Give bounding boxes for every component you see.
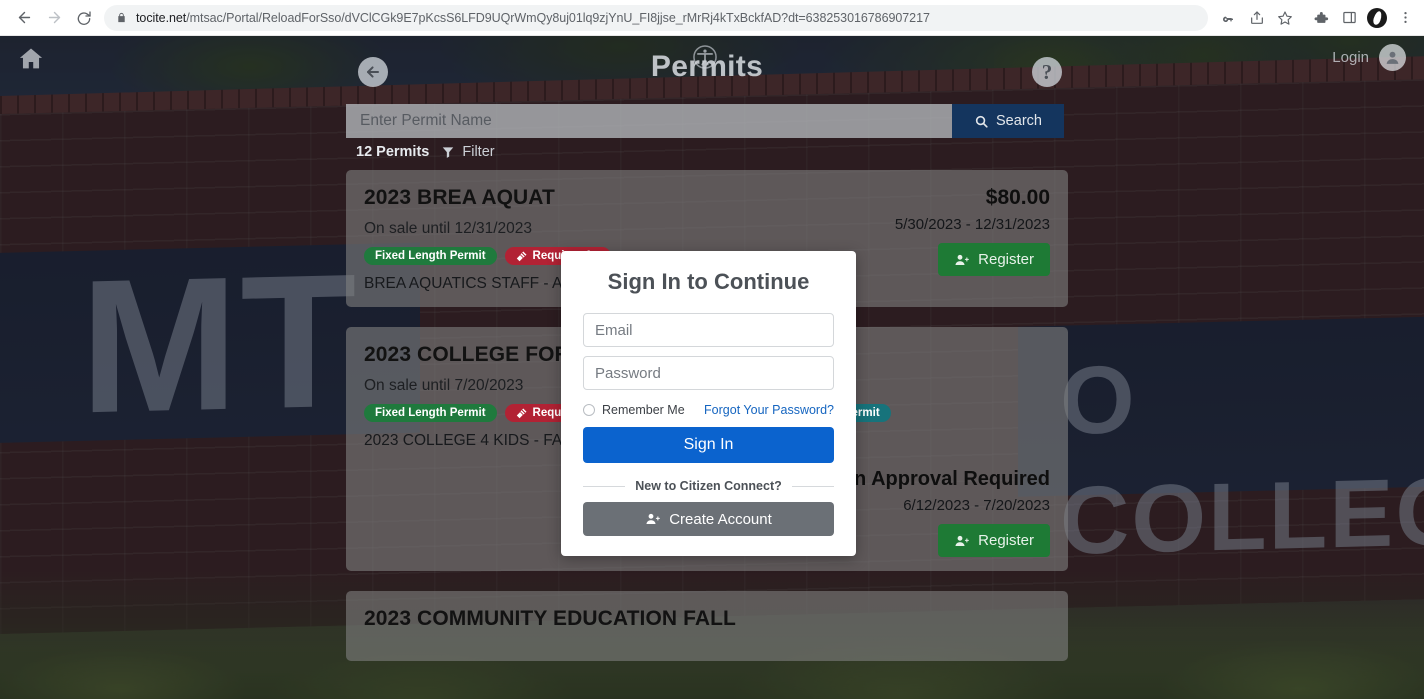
divider-label: New to Citizen Connect? <box>635 479 782 493</box>
permit-title: 2023 COMMUNITY EDUCATION FALL <box>364 607 736 630</box>
browser-actions <box>1216 5 1424 31</box>
register-button[interactable]: Register <box>938 524 1050 557</box>
register-label: Register <box>978 251 1034 268</box>
reload-button[interactable] <box>70 4 98 32</box>
user-avatar-icon <box>1379 44 1406 71</box>
permit-dates: 5/30/2023 - 12/31/2023 <box>894 216 1050 233</box>
sign-in-button[interactable]: Sign In <box>583 427 834 463</box>
register-label: Register <box>978 532 1034 549</box>
password-field[interactable] <box>583 356 834 390</box>
permit-count-label: 12 Permits <box>356 144 430 160</box>
url-path: /mtsac/Portal/ReloadForSso/dVClCGk9E7pKc… <box>186 10 930 25</box>
gavel-icon <box>516 250 528 262</box>
remember-me-checkbox[interactable]: Remember Me <box>583 403 685 417</box>
browser-nav-buttons <box>0 4 98 32</box>
email-field[interactable] <box>583 313 834 347</box>
star-icon[interactable] <box>1272 5 1298 31</box>
create-account-label: Create Account <box>669 510 772 528</box>
square-panel-icon[interactable] <box>1336 5 1362 31</box>
create-account-button[interactable]: Create Account <box>583 502 834 536</box>
user-plus-icon <box>645 511 661 527</box>
address-bar[interactable]: tocite.net/mtsac/Portal/ReloadForSso/dVC… <box>104 4 1208 31</box>
back-button[interactable] <box>10 4 38 32</box>
puzzle-icon[interactable] <box>1308 5 1334 31</box>
key-icon[interactable] <box>1216 5 1242 31</box>
page-viewport: MT O COLLEGE Login Permits ? Enter Permi… <box>0 36 1424 699</box>
permit-onsale: On sale until 12/31/2023 <box>364 220 533 237</box>
lock-icon <box>116 11 127 24</box>
browser-toolbar: tocite.net/mtsac/Portal/ReloadForSso/dVC… <box>0 0 1424 36</box>
checkbox-box <box>583 404 595 416</box>
signin-modal: Sign In to Continue Remember Me Forgot Y… <box>561 251 856 556</box>
modal-divider: New to Citizen Connect? <box>583 479 834 493</box>
magnifier-icon <box>974 114 989 129</box>
remember-me-label: Remember Me <box>602 403 685 417</box>
user-plus-icon <box>954 252 970 268</box>
kebab-menu-icon[interactable] <box>1392 5 1418 31</box>
search-button-label: Search <box>996 113 1042 129</box>
results-meta: 12 Permits Filter <box>346 140 1068 164</box>
badge-label: Fixed Length Permit <box>375 407 486 419</box>
forward-button[interactable] <box>40 4 68 32</box>
register-button[interactable]: Register <box>938 243 1050 276</box>
screen: tocite.net/mtsac/Portal/ReloadForSso/dVC… <box>0 0 1424 699</box>
forgot-password-link[interactable]: Forgot Your Password? <box>704 403 834 417</box>
arrow-left-circle-icon[interactable] <box>358 57 388 87</box>
page-header: Permits ? <box>346 36 1068 98</box>
home-icon[interactable] <box>16 45 46 73</box>
search-button[interactable]: Search <box>952 104 1064 138</box>
filter-label: Filter <box>462 144 495 160</box>
divider-line-left <box>583 485 626 487</box>
status-badge: Fixed Length Permit <box>364 247 497 265</box>
filter-button[interactable]: Filter <box>441 144 495 160</box>
url-host: tocite.net <box>136 10 187 25</box>
divider-line-right <box>791 485 834 487</box>
funnel-icon <box>441 145 455 159</box>
login-label: Login <box>1332 49 1369 66</box>
badge-label: Fixed Length Permit <box>375 250 486 262</box>
permit-title: 2023 BREA AQUAT <box>364 186 555 209</box>
share-icon[interactable] <box>1244 5 1270 31</box>
url-text: tocite.net/mtsac/Portal/ReloadForSso/dVC… <box>136 11 930 25</box>
status-badge: Fixed Length Permit <box>364 404 497 422</box>
permit-card[interactable]: 2023 COMMUNITY EDUCATION FALL <box>346 591 1068 661</box>
login-control[interactable]: Login <box>1332 44 1406 71</box>
user-plus-icon <box>954 533 970 549</box>
profile-avatar-icon[interactable] <box>1364 5 1390 31</box>
gavel-icon <box>516 407 528 419</box>
search-input[interactable] <box>346 104 952 138</box>
modal-title: Sign In to Continue <box>607 269 810 294</box>
search-bar: Search <box>346 104 1064 138</box>
permit-price: $80.00 <box>985 186 1050 209</box>
page-title: Permits <box>650 50 764 83</box>
question-mark-icon[interactable]: ? <box>1032 57 1062 87</box>
